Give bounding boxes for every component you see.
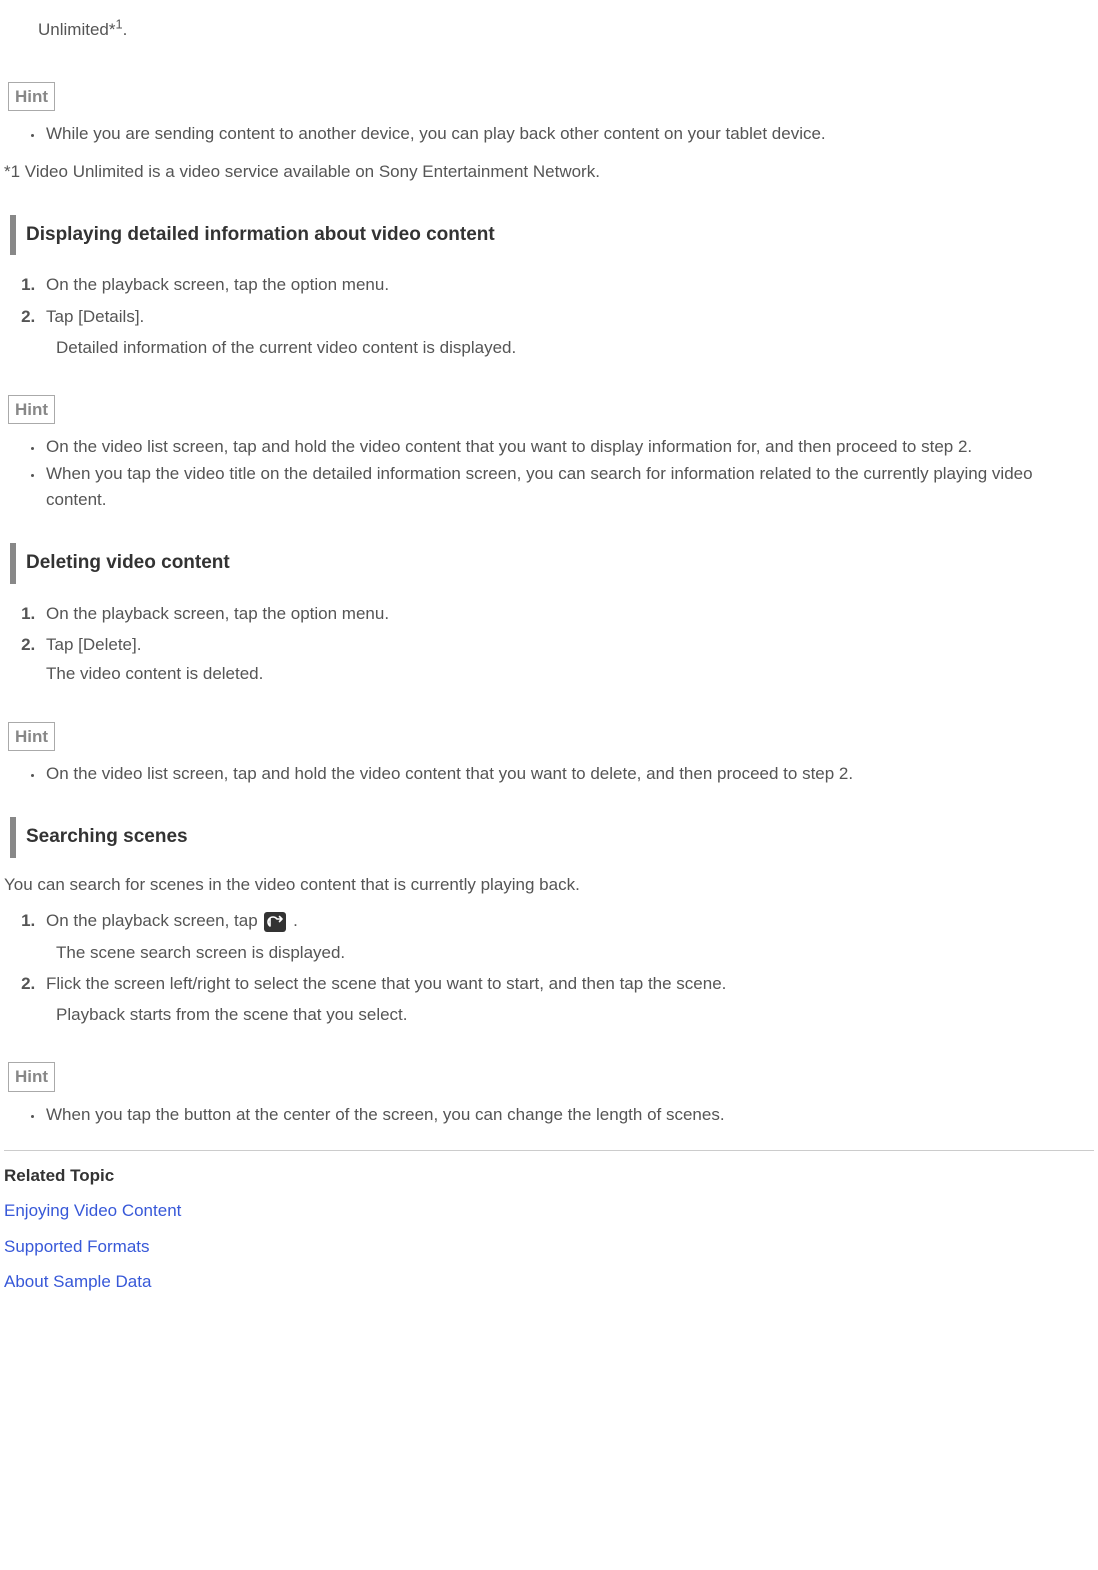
step-text: Flick the screen left/right to select th… <box>46 974 726 993</box>
related-link-enjoying-video[interactable]: Enjoying Video Content <box>4 1198 1094 1224</box>
scene-search-icon <box>264 912 286 932</box>
section-heading-searching-scenes: Searching scenes <box>10 817 1094 858</box>
step-subtext: Detailed information of the current vide… <box>46 334 1094 361</box>
step-text-before: On the playback screen, tap <box>46 911 262 930</box>
step-item: On the playback screen, tap the option m… <box>40 269 1094 300</box>
intro-prefix: Unlimited* <box>38 20 115 39</box>
step-subtext: Playback starts from the scene that you … <box>46 1001 1094 1028</box>
hint-list-2: On the video list screen, tap and hold t… <box>34 434 1094 513</box>
hint-label: Hint <box>8 395 55 425</box>
step-item: On the playback screen, tap . The scene … <box>40 905 1094 967</box>
hint-item: On the video list screen, tap and hold t… <box>44 761 1094 787</box>
related-separator <box>4 1150 1094 1151</box>
footnote-ref-1: 1 <box>115 16 122 31</box>
step-subtext: The scene search screen is displayed. <box>46 939 1094 966</box>
steps-list-1: On the playback screen, tap the option m… <box>22 269 1094 363</box>
step-item: Tap [Delete]. The video content is delet… <box>40 629 1094 689</box>
section-intro: You can search for scenes in the video c… <box>4 872 1094 898</box>
step-text: Tap [Delete]. <box>46 635 141 654</box>
steps-list-3: On the playback screen, tap . The scene … <box>22 905 1094 1030</box>
footnote-1: *1 Video Unlimited is a video service av… <box>4 159 1094 185</box>
intro-fragment: Unlimited*1. <box>4 17 1094 43</box>
step-text: On the playback screen, tap the option m… <box>46 604 389 623</box>
section-heading-detailed-info: Displaying detailed information about vi… <box>10 215 1094 256</box>
hint-item: While you are sending content to another… <box>44 121 1094 147</box>
related-link-supported-formats[interactable]: Supported Formats <box>4 1234 1094 1260</box>
hint-item: When you tap the button at the center of… <box>44 1102 1094 1128</box>
step-item: Flick the screen left/right to select th… <box>40 968 1094 1030</box>
steps-list-2: On the playback screen, tap the option m… <box>22 598 1094 690</box>
hint-list-1: While you are sending content to another… <box>34 121 1094 147</box>
step-text-after: . <box>288 911 297 930</box>
step-item: Tap [Details]. Detailed information of t… <box>40 301 1094 363</box>
intro-suffix: . <box>123 20 128 39</box>
related-link-about-sample-data[interactable]: About Sample Data <box>4 1269 1094 1295</box>
document-body: Unlimited*1. Hint While you are sending … <box>0 17 1098 1325</box>
hint-list-3: On the video list screen, tap and hold t… <box>34 761 1094 787</box>
hint-item: When you tap the video title on the deta… <box>44 461 1094 514</box>
step-text: Tap [Details]. <box>46 307 144 326</box>
step-item: On the playback screen, tap the option m… <box>40 598 1094 629</box>
hint-list-4: When you tap the button at the center of… <box>34 1102 1094 1128</box>
step-subtext: The video content is deleted. <box>46 660 1094 687</box>
step-text: On the playback screen, tap the option m… <box>46 275 389 294</box>
hint-label: Hint <box>8 1062 55 1092</box>
hint-label: Hint <box>8 722 55 752</box>
hint-label: Hint <box>8 82 55 112</box>
hint-item: On the video list screen, tap and hold t… <box>44 434 1094 460</box>
related-topic-label: Related Topic <box>4 1163 1094 1189</box>
section-heading-deleting: Deleting video content <box>10 543 1094 584</box>
